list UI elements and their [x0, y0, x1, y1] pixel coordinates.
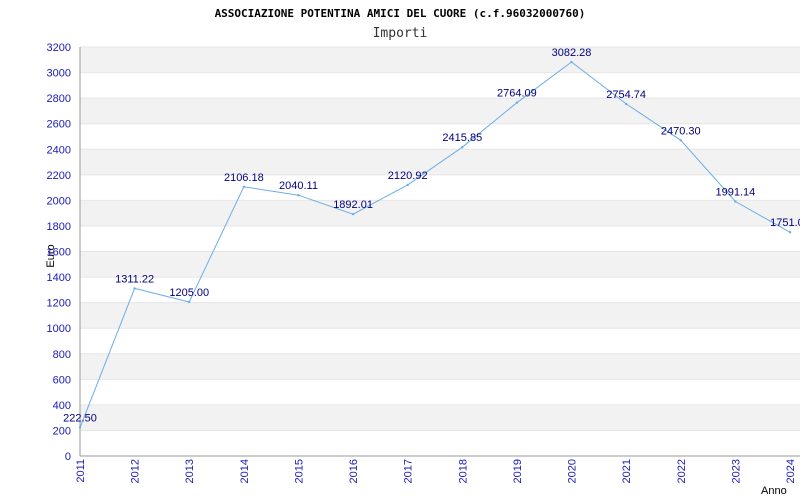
- data-label: 2470.30: [661, 125, 701, 137]
- x-tick-label: 2013: [184, 459, 196, 483]
- data-point: [679, 139, 682, 142]
- grid-band: [80, 430, 800, 456]
- grid-band: [80, 200, 800, 226]
- data-point: [734, 200, 737, 203]
- x-tick-label: 2017: [403, 459, 415, 483]
- data-label: 2106.18: [224, 172, 264, 184]
- y-tick-label: 3000: [47, 68, 71, 80]
- grid-band: [80, 98, 800, 124]
- data-label: 2415.85: [442, 132, 482, 144]
- grid-band: [80, 404, 800, 431]
- data-label: 222.50: [63, 413, 97, 425]
- x-tick-label: 2016: [348, 459, 360, 483]
- data-point: [297, 194, 300, 197]
- data-label: 1892.01: [333, 199, 373, 211]
- data-point: [351, 212, 355, 216]
- y-tick-label: 0: [65, 451, 71, 463]
- grid-band: [80, 328, 800, 354]
- x-tick-label: 2019: [512, 459, 524, 483]
- x-tick-label: 2012: [130, 459, 142, 483]
- data-point: [188, 300, 191, 304]
- grid-band: [80, 251, 800, 278]
- data-point: [461, 146, 464, 149]
- x-axis-label: Anno: [761, 485, 787, 497]
- data-point: [515, 101, 519, 104]
- y-tick-label: 1000: [47, 323, 71, 335]
- data-label: 1311.22: [115, 273, 154, 285]
- data-label: 1751.00: [770, 217, 800, 229]
- x-tick-label: 2018: [457, 459, 469, 483]
- data-point: [242, 185, 246, 189]
- y-tick-label: 1600: [47, 247, 71, 259]
- x-tick-labels: 2011 2012 2013 2014 2015 2016 2017 2018 2019 2020…: [75, 459, 797, 483]
- grid-band: [80, 72, 800, 99]
- data-label: 1991.14: [716, 187, 756, 199]
- data-point: [133, 287, 136, 290]
- data-label: 2754.74: [606, 89, 646, 101]
- y-tick-label: 2800: [47, 93, 71, 105]
- data-point: [624, 102, 628, 106]
- data-label: 3082.28: [552, 47, 592, 59]
- grid-band: [80, 302, 800, 329]
- y-tick-label: 1800: [47, 221, 71, 233]
- y-tick-label: 600: [53, 374, 71, 386]
- y-tick-label: 2400: [47, 144, 71, 156]
- x-tick-label: 2021: [621, 459, 633, 483]
- grid-band: [80, 379, 800, 405]
- grid-band: [80, 174, 800, 201]
- y-tick-label: 400: [53, 400, 71, 412]
- y-tick-label: 3200: [47, 42, 71, 54]
- y-tick-label: 800: [53, 349, 71, 361]
- grid-band: [80, 225, 800, 252]
- data-label: 2764.09: [497, 88, 537, 100]
- y-tick-label: 1400: [47, 272, 71, 284]
- x-tick-label: 2020: [567, 459, 579, 483]
- y-tick-label: 1200: [47, 298, 71, 310]
- data-point: [406, 183, 409, 187]
- x-tick-label: 2023: [730, 459, 742, 483]
- grid-bands: [80, 46, 800, 457]
- data-point: [570, 60, 573, 64]
- data-label: 2120.92: [388, 170, 428, 182]
- chart-subtitle: Importi: [373, 26, 428, 41]
- y-tick-label: 2200: [47, 170, 71, 182]
- data-point: [78, 426, 82, 429]
- data-label: 1205.00: [169, 287, 209, 299]
- chart: ASSOCIAZIONE POTENTINA AMICI DEL CUORE (…: [45, 7, 800, 497]
- data-label: 2040.11: [279, 180, 318, 192]
- y-tick-label: 2600: [47, 119, 71, 131]
- data-point: [788, 231, 792, 234]
- x-tick-label: 2015: [293, 459, 305, 483]
- grid-band: [80, 47, 800, 73]
- x-tick-label: 2011: [75, 459, 87, 483]
- y-tick-labels: 0 200 400 600 800 1000 1200 1400 1600 1800 2000 220…: [47, 42, 71, 463]
- chart-title: ASSOCIAZIONE POTENTINA AMICI DEL CUORE (…: [215, 7, 586, 20]
- x-tick-label: 2024: [785, 459, 797, 483]
- grid-band: [80, 353, 800, 380]
- x-tick-label: 2014: [239, 459, 251, 483]
- y-tick-label: 2000: [47, 195, 71, 207]
- x-tick-label: 2022: [676, 459, 688, 483]
- y-tick-label: 200: [53, 425, 71, 437]
